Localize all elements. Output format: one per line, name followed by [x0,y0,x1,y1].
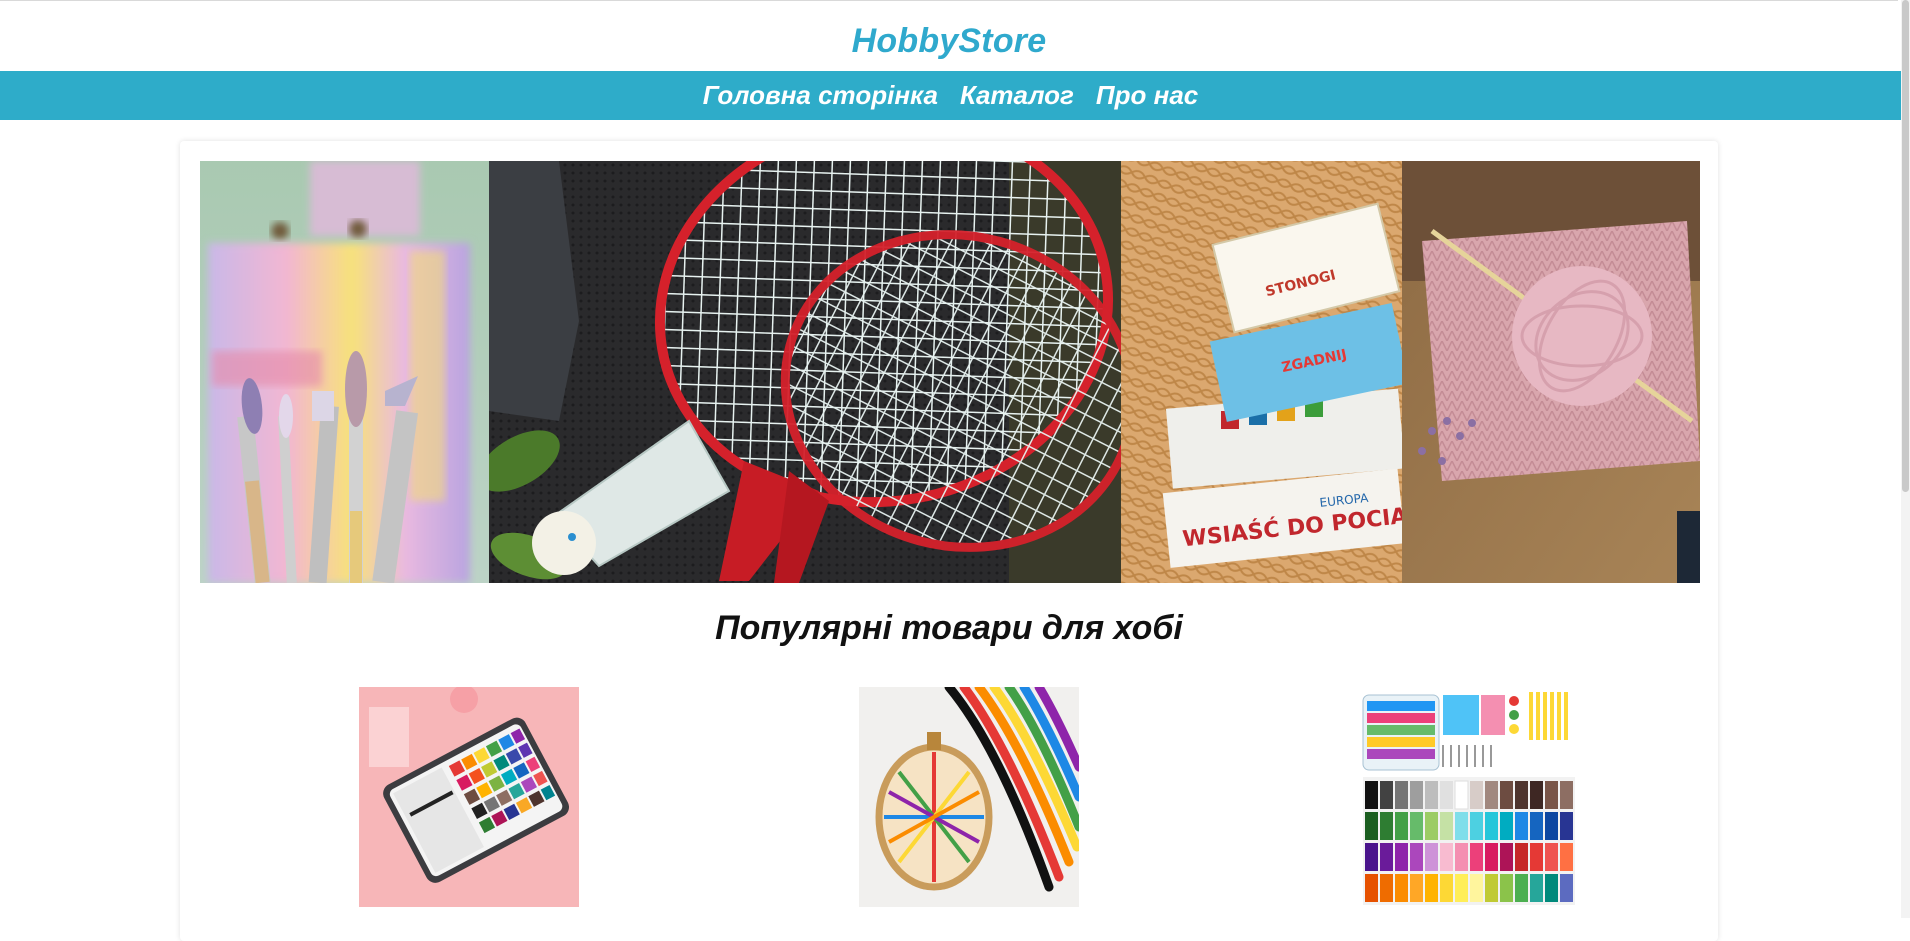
paint-brushes-image [200,161,489,583]
polymer-clay-kit-image[interactable] [1359,687,1579,907]
nav-link-home[interactable]: Головна сторінка [703,80,938,111]
board-games-image: WSIAŚĆ DO POCIĄGU EUROPA ZGADNIJ STONOGI [1121,161,1402,583]
vertical-scrollbar[interactable] [1901,0,1910,918]
main-navigation: Головна сторінка Каталог Про нас [0,71,1901,120]
hero-banner: WSIAŚĆ DO POCIĄGU EUROPA ZGADNIJ STONOGI [200,161,1700,583]
brand-logo[interactable]: HobbyStore [0,22,1898,61]
nav-link-catalog[interactable]: Каталог [960,80,1074,111]
product-grid [180,687,1718,917]
scrollbar-thumb[interactable] [1902,0,1909,492]
brand-name[interactable]: HobbyStore [852,22,1047,60]
nav-link-about[interactable]: Про нас [1096,80,1198,111]
product-card-watercolor-set[interactable] [359,687,579,907]
knitting-yarn-image [1402,161,1700,583]
watercolor-set-image[interactable] [359,687,579,907]
badminton-image [489,161,1121,583]
section-title: Популярні товари для хобі [715,609,1183,647]
product-card-embroidery-floss[interactable] [859,687,1079,907]
main-content-card: WSIAŚĆ DO POCIĄGU EUROPA ZGADNIJ STONOGI [180,141,1718,941]
embroidery-floss-image[interactable] [859,687,1079,907]
product-card-polymer-clay-kit[interactable] [1359,687,1579,907]
window-top-border [0,0,1898,1]
